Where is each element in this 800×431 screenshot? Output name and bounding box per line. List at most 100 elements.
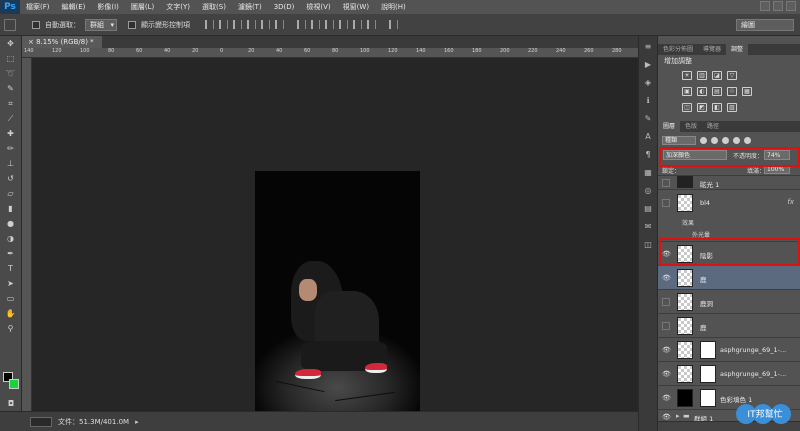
- type-tool-icon[interactable]: T: [4, 263, 18, 275]
- menu-edit[interactable]: 編輯(E): [56, 0, 92, 14]
- shape-tool-icon[interactable]: ▭: [4, 293, 18, 305]
- auto-select-dropdown[interactable]: 群組: [85, 18, 117, 31]
- menu-type[interactable]: 文字(Y): [160, 0, 196, 14]
- layer-comps-icon[interactable]: ▤: [642, 204, 654, 214]
- history-panel-icon[interactable]: ≡: [642, 42, 654, 52]
- hand-tool-icon[interactable]: ✋: [4, 308, 18, 320]
- menu-select[interactable]: 選取(S): [196, 0, 232, 14]
- visibility-eye-icon[interactable]: 👁: [662, 394, 671, 402]
- layer-row[interactable]: 眩光 1: [658, 176, 800, 190]
- layer-effects-icon[interactable]: fx: [787, 198, 794, 206]
- close-button[interactable]: [786, 1, 796, 11]
- distribute-right-icon[interactable]: [367, 20, 376, 29]
- minimize-button[interactable]: [760, 1, 770, 11]
- visibility-eye-icon[interactable]: 👁: [662, 346, 671, 354]
- align-right-icon[interactable]: [233, 20, 242, 29]
- path-select-tool-icon[interactable]: ➤: [4, 278, 18, 290]
- brush-tool-icon[interactable]: ✏: [4, 143, 18, 155]
- filter-smart-object-icon[interactable]: [744, 136, 751, 144]
- layer-row[interactable]: 鹿洞: [658, 290, 800, 314]
- info-panel-icon[interactable]: ◫: [642, 240, 654, 250]
- clone-stamp-tool-icon[interactable]: ⊥: [4, 158, 18, 170]
- hue-saturation-icon[interactable]: ◐: [697, 87, 707, 96]
- zoom-field[interactable]: [30, 416, 52, 427]
- move-tool-icon[interactable]: ✥: [4, 38, 18, 50]
- layer-mask-thumbnail[interactable]: [700, 341, 716, 359]
- visibility-eye-icon[interactable]: 👁: [662, 413, 671, 421]
- actions-panel-icon[interactable]: ▶: [642, 60, 654, 70]
- menu-help[interactable]: 說明(H): [375, 0, 412, 14]
- tab-channels[interactable]: 色版: [680, 121, 702, 132]
- auto-align-icon[interactable]: [389, 20, 398, 29]
- menu-image[interactable]: 影像(I): [91, 0, 125, 14]
- brush-panel-icon[interactable]: ✎: [642, 114, 654, 124]
- maximize-button[interactable]: [773, 1, 783, 11]
- zoom-tool-icon[interactable]: ⚲: [4, 323, 18, 335]
- distribute-middle-icon[interactable]: [311, 20, 320, 29]
- align-left-icon[interactable]: [205, 20, 214, 29]
- document-canvas[interactable]: [255, 171, 420, 419]
- menu-3d[interactable]: 3D(D): [268, 0, 301, 14]
- menu-view[interactable]: 檢視(V): [300, 0, 336, 14]
- status-arrow-icon[interactable]: ▸: [135, 418, 139, 426]
- curves-icon[interactable]: ◪: [712, 71, 722, 80]
- healing-brush-tool-icon[interactable]: ✚: [4, 128, 18, 140]
- visibility-toggle[interactable]: [662, 179, 670, 187]
- background-color-swatch[interactable]: [9, 379, 19, 389]
- tab-paths[interactable]: 路徑: [702, 121, 724, 132]
- layer-mask-thumbnail[interactable]: [700, 389, 716, 407]
- 3d-panel-icon[interactable]: ◈: [642, 78, 654, 88]
- levels-icon[interactable]: ▥: [697, 71, 707, 80]
- tool-presets-icon[interactable]: ▦: [642, 168, 654, 178]
- visibility-eye-icon[interactable]: 👁: [662, 370, 671, 378]
- tab-navigator[interactable]: 導覽器: [698, 44, 726, 55]
- move-tool-preset-icon[interactable]: [4, 18, 16, 31]
- filter-adjustment-icon[interactable]: [711, 136, 718, 144]
- document-tab-close-icon[interactable]: ×: [28, 38, 36, 46]
- menu-layer[interactable]: 圖層(L): [125, 0, 160, 14]
- selective-color-icon[interactable]: ▨: [727, 103, 737, 112]
- filter-type-icon[interactable]: [722, 136, 729, 144]
- marquee-tool-icon[interactable]: ⬚: [4, 53, 18, 65]
- layer-row[interactable]: 鹿: [658, 314, 800, 338]
- threshold-icon[interactable]: ◧: [712, 103, 722, 112]
- eyedropper-tool-icon[interactable]: ⟋: [4, 113, 18, 125]
- dodge-tool-icon[interactable]: ◑: [4, 233, 18, 245]
- exposure-icon[interactable]: ▽: [727, 71, 737, 80]
- lasso-tool-icon[interactable]: ➰: [4, 68, 18, 80]
- clone-source-icon[interactable]: ◎: [642, 186, 654, 196]
- black-white-icon[interactable]: ♲: [727, 87, 737, 96]
- auto-select-checkbox[interactable]: [32, 20, 40, 29]
- filter-pixel-icon[interactable]: [700, 136, 707, 144]
- invert-icon[interactable]: ◫: [682, 103, 692, 112]
- tab-histogram[interactable]: 色彩分佈圖: [658, 44, 698, 55]
- notes-panel-icon[interactable]: ✉: [642, 222, 654, 232]
- distribute-center-icon[interactable]: [353, 20, 362, 29]
- menu-file[interactable]: 檔案(F): [20, 0, 56, 14]
- distribute-top-icon[interactable]: [297, 20, 306, 29]
- align-center-icon[interactable]: [219, 20, 228, 29]
- canvas-area[interactable]: [32, 58, 638, 419]
- crop-tool-icon[interactable]: ⌗: [4, 98, 18, 110]
- layer-mask-thumbnail[interactable]: [700, 365, 716, 383]
- visibility-toggle[interactable]: [662, 199, 670, 207]
- character-panel-icon[interactable]: A: [642, 132, 654, 142]
- document-tab[interactable]: × 8.15% (RGB/8) *: [22, 36, 102, 48]
- brightness-contrast-icon[interactable]: ☀: [682, 71, 692, 80]
- align-top-icon[interactable]: [247, 20, 256, 29]
- layer-row[interactable]: 👁 asphgrunge_69_1-...: [658, 338, 800, 362]
- distribute-left-icon[interactable]: [339, 20, 348, 29]
- history-brush-tool-icon[interactable]: ↺: [4, 173, 18, 185]
- eraser-tool-icon[interactable]: ▱: [4, 188, 18, 200]
- tab-layers[interactable]: 圖層: [658, 121, 681, 132]
- properties-panel-icon[interactable]: ℹ: [642, 96, 654, 106]
- menu-filter[interactable]: 濾鏡(T): [232, 0, 268, 14]
- distribute-bottom-icon[interactable]: [325, 20, 334, 29]
- filter-shape-icon[interactable]: [733, 136, 740, 144]
- quick-select-tool-icon[interactable]: ✎: [4, 83, 18, 95]
- layer-row[interactable]: bl4 fx 效果 外光暈: [658, 190, 800, 242]
- align-middle-icon[interactable]: [261, 20, 270, 29]
- align-bottom-icon[interactable]: [275, 20, 284, 29]
- visibility-eye-icon[interactable]: 👁: [662, 274, 671, 282]
- layer-row[interactable]: 👁 asphgrunge_69_1-...: [658, 362, 800, 386]
